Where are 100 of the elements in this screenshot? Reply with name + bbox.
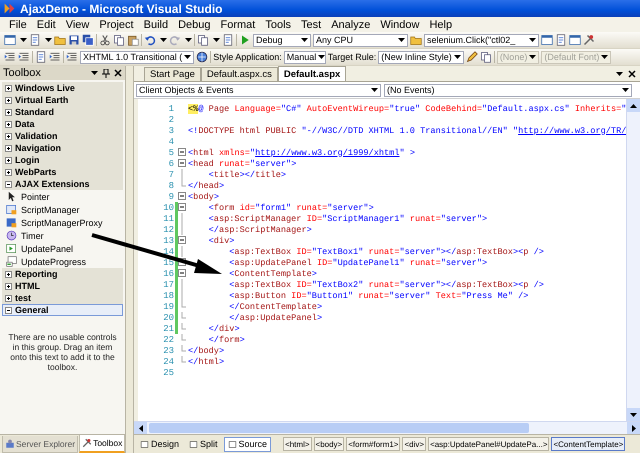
fold-toggle-icon[interactable] xyxy=(178,268,187,279)
toolbox-item[interactable]: Timer xyxy=(21,230,44,240)
new-project-icon[interactable] xyxy=(4,34,16,46)
breadcrumb[interactable]: <form#form1> xyxy=(346,437,400,451)
menu-item[interactable]: Format xyxy=(216,18,260,30)
dropdown-arrow-icon[interactable] xyxy=(398,38,405,42)
copy-icon[interactable] xyxy=(113,34,125,46)
save-icon[interactable] xyxy=(68,34,80,46)
document-tab[interactable]: Default.aspx.cs xyxy=(200,67,278,81)
dropdown-arrow-icon[interactable] xyxy=(454,55,461,59)
view-tab[interactable]: Split xyxy=(185,436,222,452)
breadcrumb[interactable]: <html> xyxy=(283,437,312,451)
expand-icon[interactable] xyxy=(5,120,12,128)
panel-tab[interactable]: Toolbox xyxy=(79,435,126,453)
scroll-down-icon[interactable] xyxy=(630,412,637,416)
scroll-up-icon[interactable] xyxy=(630,104,637,108)
doctype-combo[interactable]: XHTML 1.0 Transitional ( xyxy=(80,50,194,64)
expand-icon[interactable] xyxy=(5,108,12,116)
globe-icon[interactable] xyxy=(196,51,208,63)
event-combo[interactable]: (No Events) xyxy=(384,84,632,96)
fold-toggle-icon[interactable] xyxy=(178,191,187,202)
indent-icon[interactable] xyxy=(18,51,30,63)
toolbox-group[interactable]: HTML xyxy=(2,280,123,292)
cut-icon[interactable] xyxy=(99,34,111,46)
dropdown-arrow-icon[interactable] xyxy=(213,38,220,42)
toolbox-group[interactable]: WebParts xyxy=(2,166,123,178)
toolbox-item[interactable]: ScriptManager xyxy=(21,204,80,214)
menu-item[interactable]: Test xyxy=(296,18,326,30)
expand-icon[interactable] xyxy=(5,294,12,302)
toolbox-item[interactable]: UpdatePanel xyxy=(21,244,74,254)
fold-toggle-icon[interactable] xyxy=(178,147,187,158)
target-rule-combo[interactable]: (New Inline Style) xyxy=(378,50,464,64)
undo-icon[interactable] xyxy=(144,34,156,46)
find-in-files-icon[interactable] xyxy=(410,34,422,46)
fold-toggle-icon[interactable] xyxy=(178,202,187,213)
breadcrumb[interactable]: <body> xyxy=(314,437,344,451)
expand-icon[interactable] xyxy=(5,168,12,176)
toolbox-group[interactable]: AJAX Extensions xyxy=(2,178,123,190)
expand-icon[interactable] xyxy=(5,282,12,290)
find-combo[interactable]: selenium.Click("ctl02_ xyxy=(424,34,539,46)
menu-item[interactable]: Debug xyxy=(173,18,216,30)
toolbox-item[interactable]: ScriptManagerProxy xyxy=(21,218,103,228)
menu-item[interactable]: Analyze xyxy=(326,18,376,30)
object-browser-icon[interactable] xyxy=(569,34,581,46)
dropdown-arrow-icon[interactable] xyxy=(616,72,623,76)
expand-icon[interactable] xyxy=(5,132,12,140)
breadcrumb[interactable]: <div> xyxy=(402,437,426,451)
scroll-right-icon[interactable] xyxy=(632,425,636,432)
scrollbar-thumb[interactable] xyxy=(149,423,529,433)
tools-icon[interactable] xyxy=(583,34,595,46)
toolbox-group[interactable]: test xyxy=(2,292,123,304)
view-tab[interactable]: Source xyxy=(224,436,272,452)
close-icon[interactable] xyxy=(628,70,636,78)
menu-item[interactable]: View xyxy=(60,18,94,30)
dropdown-arrow-icon[interactable] xyxy=(160,38,167,42)
view-tab[interactable]: Design xyxy=(136,436,184,452)
pin-icon[interactable] xyxy=(102,68,110,78)
navigate-icon[interactable] xyxy=(197,34,209,46)
collapse-icon[interactable] xyxy=(5,306,12,314)
expand-icon[interactable] xyxy=(5,270,12,278)
copy-icon[interactable] xyxy=(480,51,492,63)
paste-icon[interactable] xyxy=(127,34,139,46)
configuration-combo[interactable]: Debug xyxy=(253,34,311,46)
expand-icon[interactable] xyxy=(5,84,12,92)
dropdown-arrow-icon[interactable] xyxy=(184,55,192,59)
fold-toggle-icon[interactable] xyxy=(178,158,187,169)
document-tab[interactable]: Default.aspx xyxy=(278,66,346,81)
collapse-icon[interactable] xyxy=(5,180,12,188)
menu-item[interactable]: File xyxy=(4,18,32,30)
solution-explorer-icon[interactable] xyxy=(541,34,553,46)
toolbox-group[interactable]: Login xyxy=(2,154,123,166)
toolbox-group[interactable]: Reporting xyxy=(2,268,123,280)
toolbox-group[interactable]: Virtual Earth xyxy=(2,94,123,106)
dropdown-arrow-icon[interactable] xyxy=(185,38,192,42)
object-combo[interactable]: Client Objects & Events xyxy=(136,84,381,96)
expand-icon[interactable] xyxy=(5,156,12,164)
save-all-icon[interactable] xyxy=(82,34,94,46)
toolbox-item[interactable]: Pointer xyxy=(21,192,50,202)
start-icon[interactable] xyxy=(239,34,251,46)
dropdown-arrow-icon[interactable] xyxy=(371,88,378,92)
menu-item[interactable]: Help xyxy=(424,18,458,30)
expand-icon[interactable] xyxy=(5,96,12,104)
menu-item[interactable]: Tools xyxy=(260,18,296,30)
platform-combo[interactable]: Any CPU xyxy=(313,34,408,46)
menu-item[interactable]: Project xyxy=(94,18,139,30)
close-icon[interactable] xyxy=(114,69,122,77)
list-icon[interactable] xyxy=(66,51,78,63)
align-left-icon[interactable] xyxy=(49,51,61,63)
document-tab[interactable]: Start Page xyxy=(144,67,201,81)
scroll-left-icon[interactable] xyxy=(138,425,142,432)
properties-icon[interactable] xyxy=(555,34,567,46)
breadcrumb[interactable]: <asp:UpdatePanel#UpdatePa...> xyxy=(428,437,550,451)
dropdown-arrow-icon[interactable] xyxy=(91,71,98,75)
panel-tab[interactable]: Server Explorer xyxy=(2,436,78,453)
outdent-icon[interactable] xyxy=(4,51,16,63)
toolbox-group[interactable]: Windows Live xyxy=(2,82,123,94)
find-icon[interactable] xyxy=(222,34,234,46)
menu-item[interactable]: Build xyxy=(138,18,174,30)
dropdown-arrow-icon[interactable] xyxy=(529,38,536,42)
dropdown-arrow-icon[interactable] xyxy=(45,38,52,42)
